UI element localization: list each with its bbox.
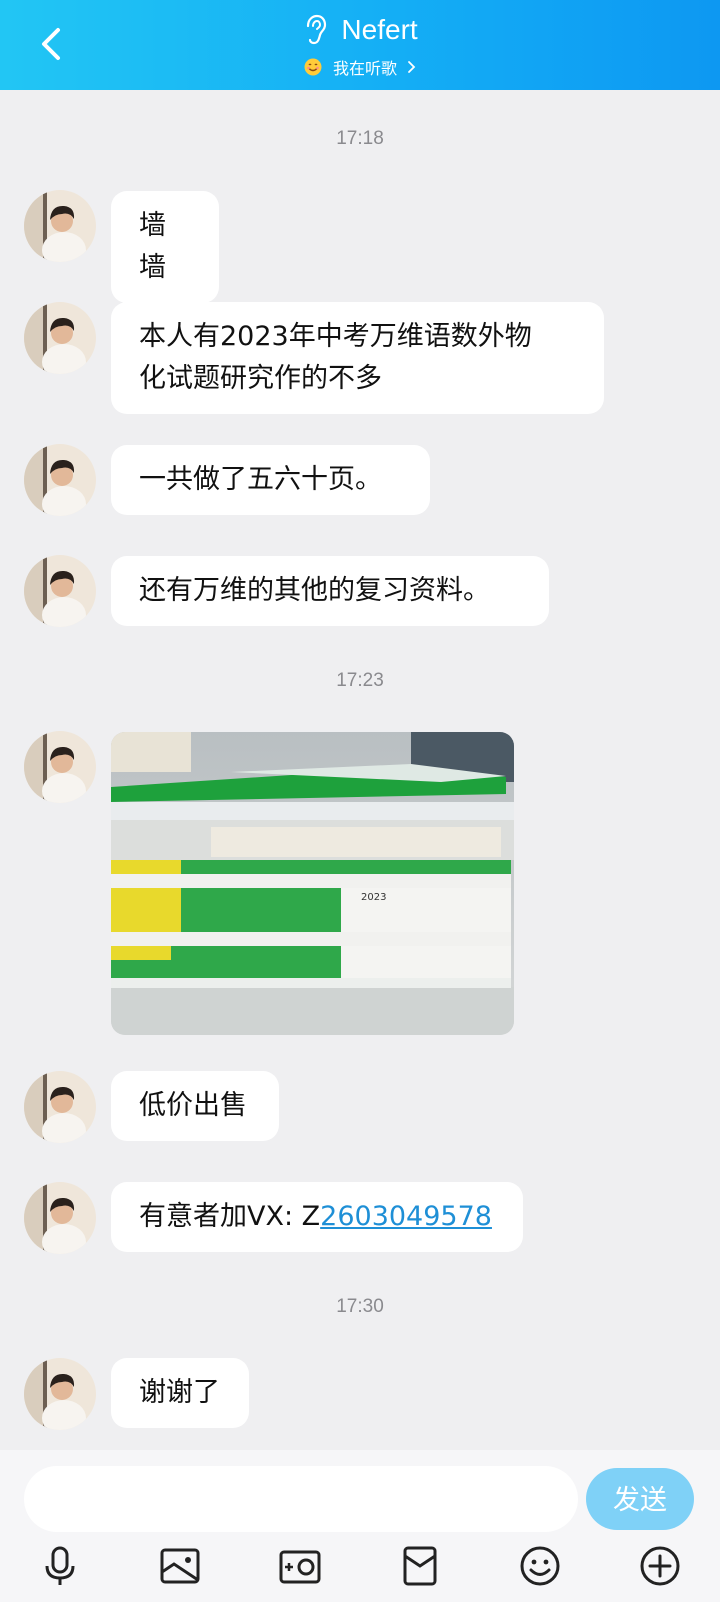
avatar-image — [24, 1358, 96, 1430]
message-bubble[interactable]: 低价出售 — [111, 1071, 279, 1141]
avatar[interactable] — [24, 302, 96, 374]
message-text: 还有万维的其他的复习资料。 — [139, 575, 490, 606]
timestamp: 17:23 — [336, 670, 384, 691]
status-text: 我在听歌 — [332, 59, 397, 78]
avatar-image — [24, 302, 96, 374]
message-bubble[interactable]: 谢谢了 — [111, 1358, 249, 1428]
chevron-right-icon — [408, 61, 416, 73]
avatar-image — [24, 190, 96, 262]
mic-icon[interactable] — [36, 1542, 84, 1590]
avatar-image — [24, 731, 96, 803]
spine-year-label: 2023 — [361, 892, 386, 903]
send-button[interactable]: 发送 — [586, 1468, 694, 1530]
book-stack-photo: 2023 — [111, 732, 514, 1035]
message-text: 有意者加VX: Z — [139, 1201, 321, 1232]
timestamp: 17:18 — [336, 128, 384, 149]
message-text: 谢谢了 — [139, 1377, 220, 1408]
input-area: 发送 — [0, 1450, 720, 1602]
message-text: 一共做了五六十页。 — [139, 464, 382, 495]
avatar-image — [24, 444, 96, 516]
avatar[interactable] — [24, 444, 96, 516]
avatar[interactable] — [24, 1071, 96, 1143]
message-bubble[interactable]: 墙墙 — [111, 191, 219, 303]
message-bubble[interactable]: 有意者加VX: Z2603049578 — [111, 1182, 523, 1252]
message-text-line-1: 本人有2023年中考万维语数外物 — [139, 321, 532, 352]
contact-name: Nefert — [341, 14, 418, 45]
status-row[interactable]: 我在听歌 — [0, 55, 720, 79]
smiling-face-icon — [304, 58, 322, 76]
timestamp: 17:30 — [336, 1296, 384, 1317]
emoji-icon[interactable] — [516, 1542, 564, 1590]
picture-icon[interactable] — [156, 1542, 204, 1590]
red-packet-icon[interactable] — [396, 1542, 444, 1590]
photo-message[interactable]: 2023 — [111, 732, 514, 1035]
message-bubble[interactable]: 还有万维的其他的复习资料。 — [111, 556, 549, 626]
listening-ear-icon — [307, 14, 327, 45]
plus-icon[interactable] — [636, 1542, 684, 1590]
avatar[interactable] — [24, 731, 96, 803]
camera-icon[interactable] — [276, 1542, 324, 1590]
avatar[interactable] — [24, 1358, 96, 1430]
title-row[interactable]: Nefert — [0, 14, 720, 46]
message-text: 墙墙 — [139, 210, 166, 283]
message-input[interactable] — [24, 1466, 578, 1532]
avatar[interactable] — [24, 555, 96, 627]
avatar[interactable] — [24, 1182, 96, 1254]
message-text-line-2: 化试题研究作的不多 — [139, 363, 382, 394]
message-text: 低价出售 — [139, 1090, 247, 1121]
avatar-image — [24, 1071, 96, 1143]
message-bubble[interactable]: 一共做了五六十页。 — [111, 445, 430, 515]
avatar-image — [24, 1182, 96, 1254]
chat-header: Nefert 我在听歌 — [0, 0, 720, 90]
message-bubble[interactable]: 本人有2023年中考万维语数外物 化试题研究作的不多 — [111, 302, 604, 414]
phone-number-link[interactable]: 2603049578 — [320, 1201, 492, 1232]
avatar[interactable] — [24, 190, 96, 262]
avatar-image — [24, 555, 96, 627]
